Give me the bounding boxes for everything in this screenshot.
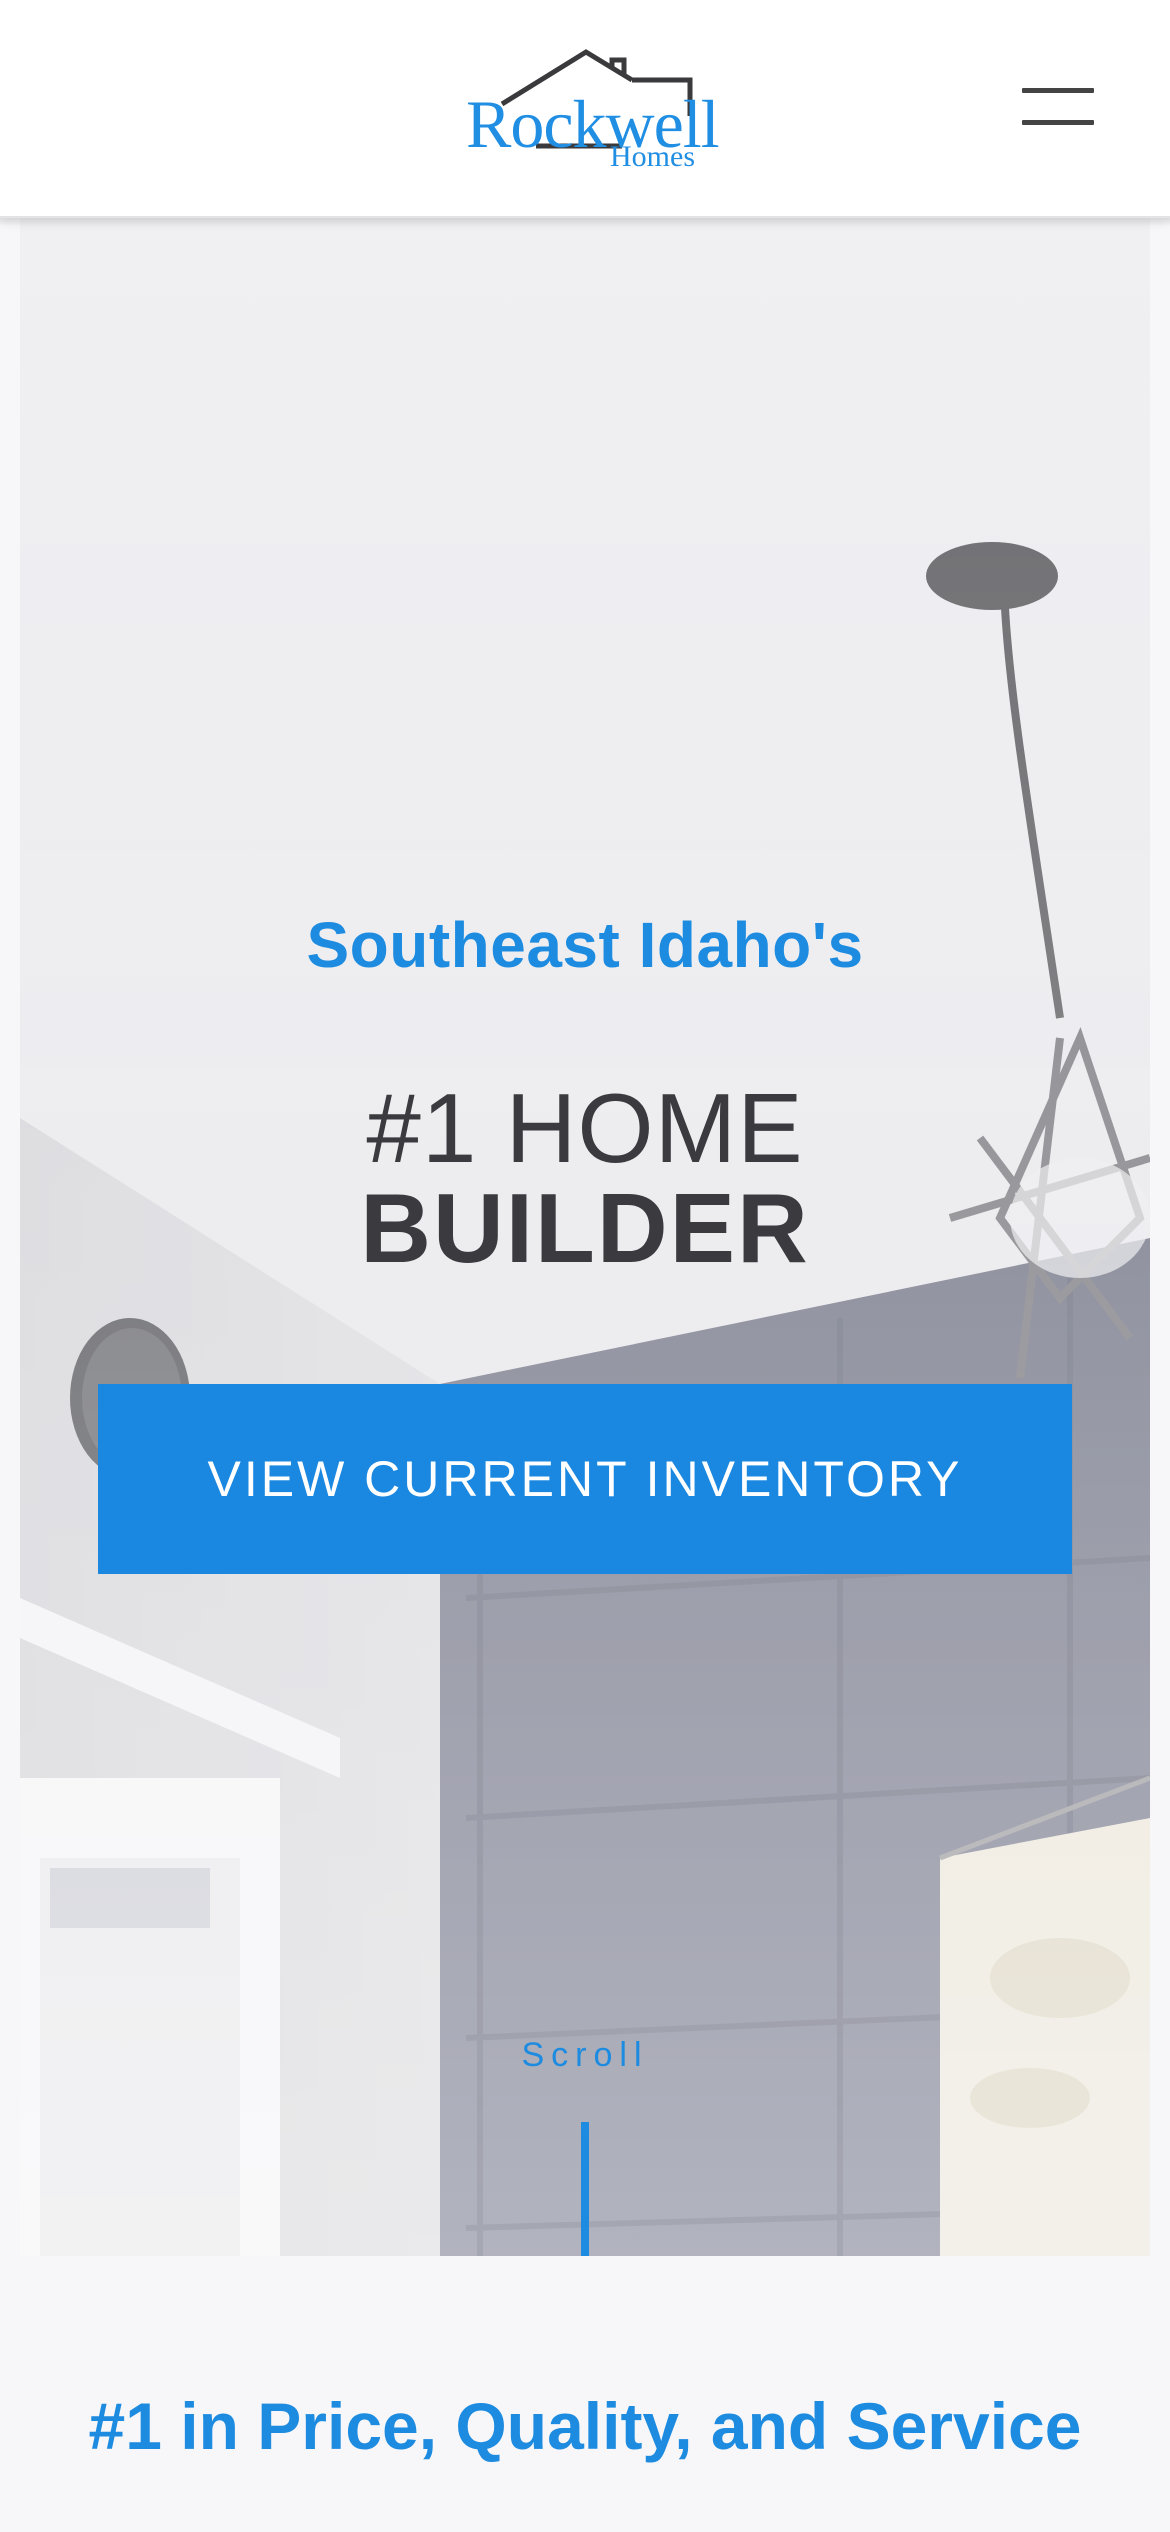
section-title: #1 in Price, Quality, and Service [88, 2389, 1082, 2463]
logo-subtitle: Homes [610, 140, 695, 173]
menu-bar-bottom [1022, 120, 1094, 125]
site-header: Rockwell Homes [0, 0, 1170, 226]
menu-bar-top [1022, 88, 1094, 93]
hero-title-line2: BUILDER [360, 1173, 810, 1283]
hero-pretitle: Southeast Idaho's [306, 909, 864, 981]
scroll-indicator-label[interactable]: Scroll [0, 2036, 1170, 2075]
hamburger-menu-button[interactable] [1010, 78, 1096, 134]
view-inventory-button[interactable]: VIEW CURRENT INVENTORY [98, 1384, 1072, 1574]
scroll-indicator-line [581, 2122, 589, 2256]
hero-title-line1: #1 HOME [366, 1073, 804, 1183]
rockwell-homes-logo[interactable]: Rockwell Homes [462, 46, 720, 174]
hero-section: Southeast Idaho's #1 HOME BUILDER VIEW C… [20, 218, 1150, 2256]
